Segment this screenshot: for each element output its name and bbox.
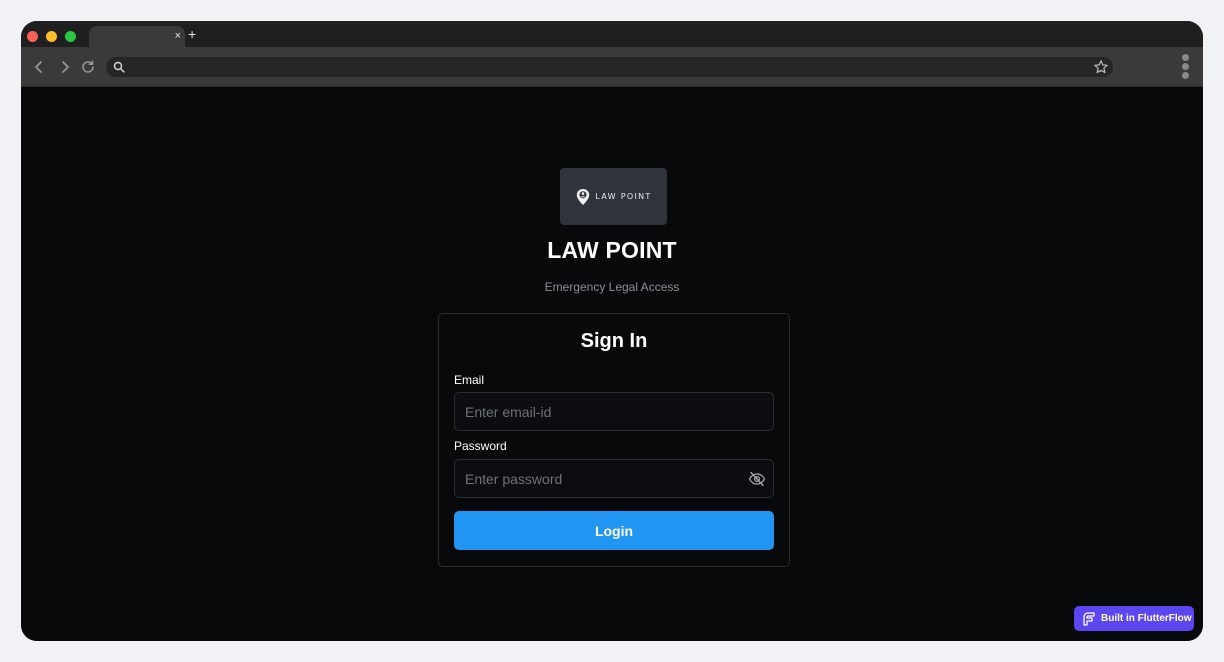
login-page: LAW POINT LAW POINT Emergency Legal Acce… xyxy=(21,88,1203,641)
location-pin-icon xyxy=(577,188,590,205)
tab-close-icon[interactable]: × xyxy=(175,29,181,43)
reload-icon[interactable] xyxy=(80,59,96,75)
app-logo: LAW POINT xyxy=(560,168,667,225)
signin-card: Sign In Email Password Login xyxy=(438,313,790,567)
app-title: LAW POINT xyxy=(547,237,677,263)
flutterflow-badge[interactable]: Built in FlutterFlow xyxy=(1074,606,1194,631)
login-button[interactable]: Login xyxy=(454,511,774,550)
flutterflow-logo-icon xyxy=(1083,611,1095,626)
password-label: Password xyxy=(454,439,507,453)
forward-arrow-icon[interactable] xyxy=(57,59,73,75)
email-input[interactable] xyxy=(454,392,774,431)
signin-heading: Sign In xyxy=(580,330,648,352)
email-label: Email xyxy=(454,373,485,387)
browser-menu-icon[interactable] xyxy=(1182,54,1190,80)
bookmark-star-icon[interactable] xyxy=(1093,59,1109,75)
address-bar[interactable] xyxy=(106,57,1113,77)
maximize-window-button[interactable] xyxy=(65,31,76,42)
close-window-button[interactable] xyxy=(27,31,38,42)
browser-window: × + LAW POINT LAW POINT Emergency Legal … xyxy=(21,21,1203,641)
new-tab-button[interactable]: + xyxy=(188,27,196,41)
tab-bar: × + xyxy=(21,21,1203,47)
logo-text: LAW POINT xyxy=(595,192,652,201)
password-input[interactable] xyxy=(454,459,774,498)
browser-toolbar xyxy=(21,47,1203,87)
search-icon xyxy=(113,61,125,73)
back-arrow-icon[interactable] xyxy=(31,59,47,75)
app-subtitle: Emergency Legal Access xyxy=(544,280,680,294)
eye-off-icon[interactable] xyxy=(748,471,766,487)
minimize-window-button[interactable] xyxy=(46,31,57,42)
browser-tab[interactable]: × xyxy=(89,26,185,47)
flutterflow-badge-label: Built in FlutterFlow xyxy=(1101,613,1192,624)
